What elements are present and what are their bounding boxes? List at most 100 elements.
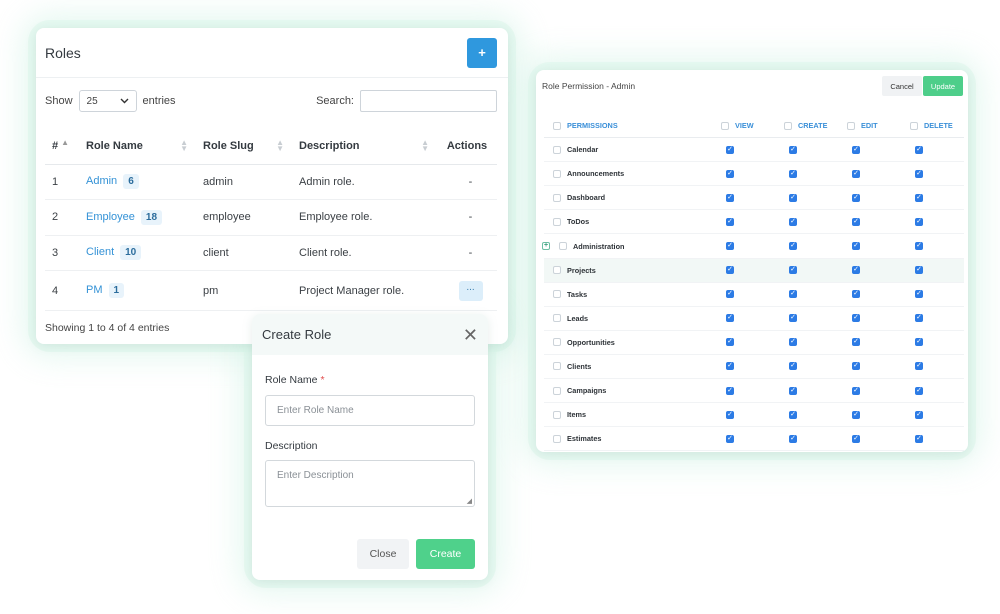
select-all-delete-checkbox[interactable] [910,121,918,130]
cancel-button[interactable]: Cancel [882,76,922,96]
col-role-name[interactable]: Role Name ▲ ▼ [79,128,196,165]
view-checkbox[interactable]: ✓ [726,410,734,419]
delete-checkbox[interactable]: ✓ [915,266,923,275]
edit-checkbox[interactable]: ✓ [852,290,860,299]
row-checkbox[interactable] [553,434,561,443]
permission-name: Announcements [567,169,625,179]
create-checkbox[interactable]: ✓ [789,169,797,178]
delete-checkbox[interactable]: ✓ [915,145,923,154]
create-checkbox[interactable]: ✓ [789,338,797,347]
delete-checkbox[interactable]: ✓ [915,362,923,371]
select-all-checkbox[interactable] [553,121,561,130]
role-name-input[interactable]: Enter Role Name [265,395,475,426]
edit-checkbox[interactable]: ✓ [852,193,860,202]
edit-checkbox[interactable]: ✓ [852,434,860,443]
delete-checkbox[interactable]: ✓ [915,314,923,323]
col-number[interactable]: # ▲ [45,128,79,165]
edit-checkbox[interactable]: ✓ [852,145,860,154]
role-name-link[interactable]: Employee [86,211,135,223]
row-checkbox[interactable] [553,169,561,178]
description-textarea[interactable]: Enter Description ◢ [265,460,475,507]
create-checkbox[interactable]: ✓ [789,266,797,275]
row-checkbox[interactable] [553,266,561,275]
view-checkbox[interactable]: ✓ [726,145,734,154]
row-checkbox[interactable] [553,362,561,371]
create-checkbox[interactable]: ✓ [789,362,797,371]
view-checkbox[interactable]: ✓ [726,193,734,202]
edit-checkbox[interactable]: ✓ [852,314,860,323]
edit-checkbox[interactable]: ✓ [852,410,860,419]
select-all-view-checkbox[interactable] [721,121,729,130]
row-checkbox[interactable] [553,145,561,154]
delete-checkbox[interactable]: ✓ [915,290,923,299]
col-description[interactable]: Description ▲ ▼ [292,128,437,165]
close-icon[interactable]: ✕ [463,326,478,344]
role-description: Admin role. [292,164,437,200]
role-name-link[interactable]: Admin [86,175,117,187]
row-checkbox[interactable] [553,217,561,226]
edit-checkbox[interactable]: ✓ [852,169,860,178]
delete-checkbox[interactable]: ✓ [915,169,923,178]
create-checkbox[interactable]: ✓ [789,193,797,202]
select-all-edit-checkbox[interactable] [847,121,855,130]
edit-checkbox[interactable]: ✓ [852,242,860,251]
search-label: Search: [316,95,354,107]
create-checkbox[interactable]: ✓ [789,434,797,443]
view-checkbox[interactable]: ✓ [726,169,734,178]
select-all-create-checkbox[interactable] [784,121,792,130]
create-checkbox[interactable]: ✓ [789,314,797,323]
view-checkbox[interactable]: ✓ [726,338,734,347]
expand-icon[interactable]: + [542,242,550,251]
row-checkbox[interactable] [553,193,561,202]
permission-row: Estimates ✓ ✓ ✓ ✓ [544,427,964,452]
row-checkbox[interactable] [553,314,561,323]
view-checkbox[interactable]: ✓ [726,434,734,443]
delete-checkbox[interactable]: ✓ [915,193,923,202]
role-permission-card: Role Permission - Admin Cancel Update PE… [536,70,968,452]
modal-header: Create Role ✕ [252,314,488,355]
view-checkbox[interactable]: ✓ [726,242,734,251]
update-button[interactable]: Update [923,76,963,96]
edit-checkbox[interactable]: ✓ [852,362,860,371]
view-checkbox[interactable]: ✓ [726,362,734,371]
create-checkbox[interactable]: ✓ [789,217,797,226]
row-checkbox[interactable] [553,386,561,395]
create-checkbox[interactable]: ✓ [789,386,797,395]
create-checkbox[interactable]: ✓ [789,145,797,154]
edit-checkbox[interactable]: ✓ [852,266,860,275]
chevron-down-icon [120,98,129,104]
view-checkbox[interactable]: ✓ [726,386,734,395]
view-checkbox[interactable]: ✓ [726,314,734,323]
edit-checkbox[interactable]: ✓ [852,338,860,347]
col-role-slug[interactable]: Role Slug ▲ ▼ [196,128,292,165]
more-actions-button[interactable]: ... [458,280,483,301]
create-button[interactable]: Create [416,539,475,569]
row-action: - [437,199,497,236]
edit-checkbox[interactable]: ✓ [852,217,860,226]
row-checkbox[interactable] [553,410,561,419]
edit-checkbox[interactable]: ✓ [852,386,860,395]
view-checkbox[interactable]: ✓ [726,290,734,299]
delete-checkbox[interactable]: ✓ [915,410,923,419]
page-size-select[interactable]: 25 [78,90,137,112]
role-name-link[interactable]: Client [86,246,114,258]
delete-checkbox[interactable]: ✓ [915,217,923,226]
role-name-link[interactable]: PM [86,284,103,296]
permission-name: Clients [567,361,592,371]
search-input[interactable] [360,90,497,112]
create-checkbox[interactable]: ✓ [789,290,797,299]
close-button[interactable]: Close [357,539,409,569]
delete-checkbox[interactable]: ✓ [915,434,923,443]
view-checkbox[interactable]: ✓ [726,266,734,275]
delete-checkbox[interactable]: ✓ [915,338,923,347]
row-checkbox[interactable] [553,290,561,299]
create-checkbox[interactable]: ✓ [789,242,797,251]
create-checkbox[interactable]: ✓ [789,410,797,419]
view-checkbox[interactable]: ✓ [726,217,734,226]
row-checkbox[interactable] [559,242,567,251]
row-checkbox[interactable] [553,338,561,347]
delete-checkbox[interactable]: ✓ [915,242,923,251]
add-role-button[interactable]: + [467,37,497,68]
resize-handle-icon[interactable]: ◢ [467,497,472,505]
delete-checkbox[interactable]: ✓ [915,386,923,395]
